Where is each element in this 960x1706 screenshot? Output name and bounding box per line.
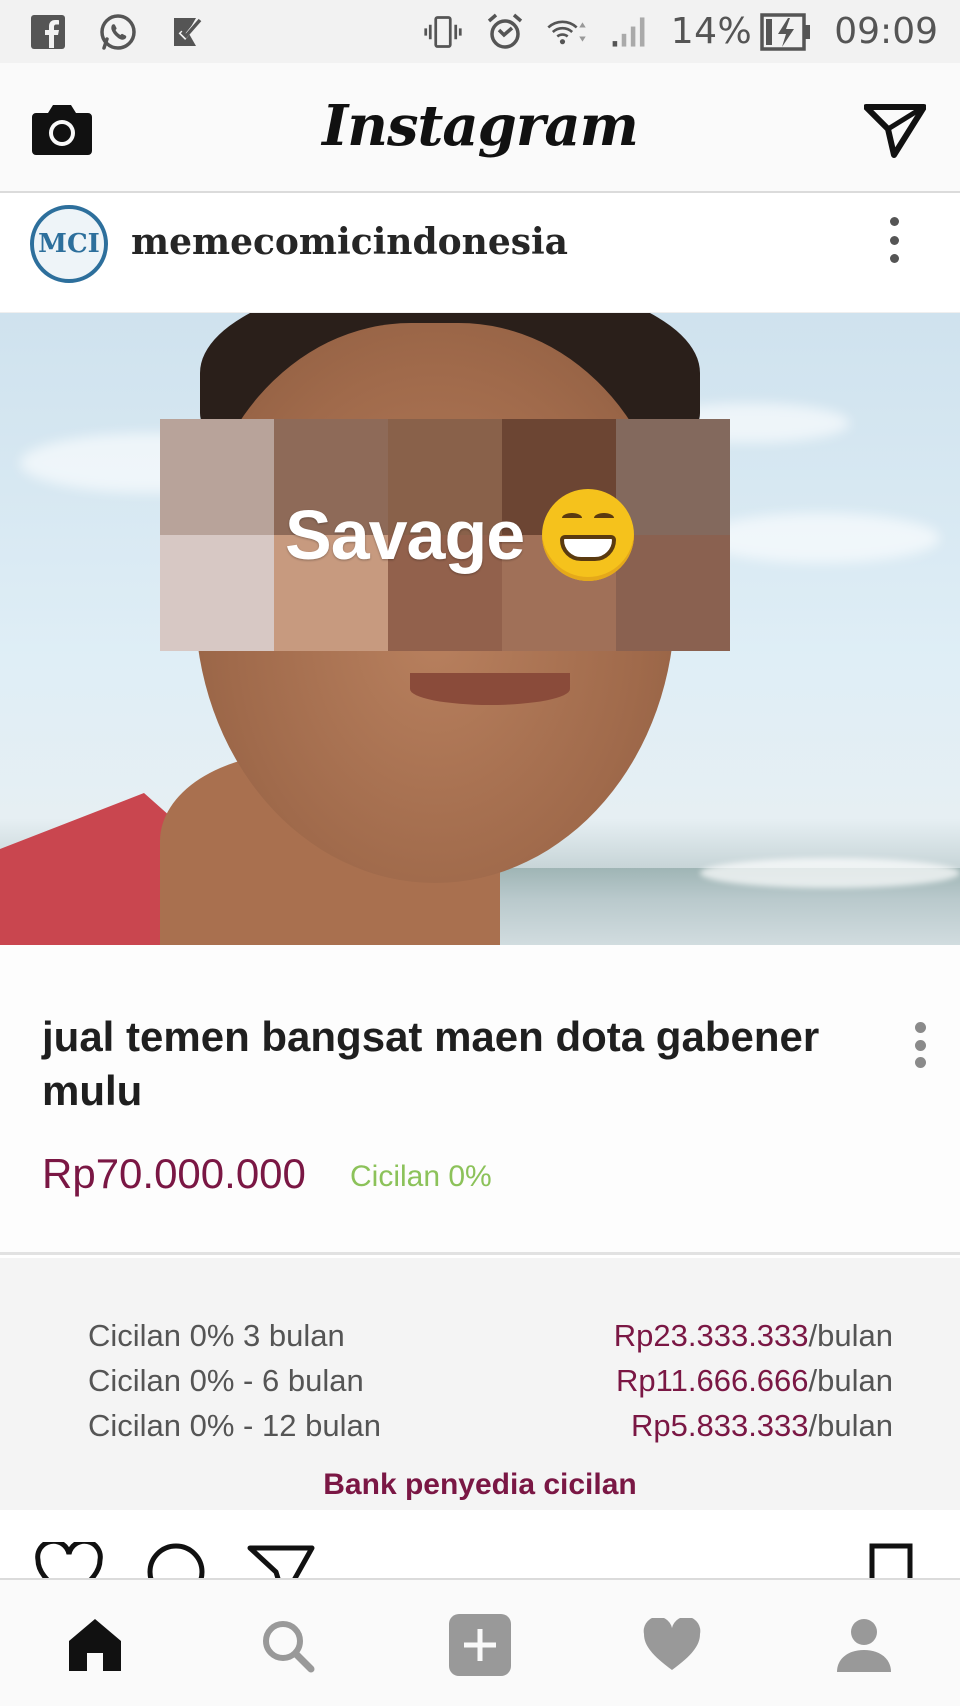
activity-heart-icon[interactable] xyxy=(637,1610,707,1680)
installment-row: Cicilan 0% 3 bulan Rp23.333.333/bulan xyxy=(88,1316,893,1356)
product-price: Rp70.000.000 xyxy=(42,1150,306,1197)
installment-label: Cicilan 0% - 12 bulan xyxy=(88,1408,381,1443)
savage-text: Savage xyxy=(285,496,525,574)
clock: 09:09 xyxy=(834,11,938,52)
profile-icon[interactable] xyxy=(829,1610,899,1680)
more-options-icon[interactable] xyxy=(884,217,904,263)
bank-provider-link[interactable]: Bank penyedia cicilan xyxy=(0,1468,960,1502)
vibrate-icon xyxy=(423,12,463,52)
battery-charging-icon xyxy=(760,12,812,52)
battery-percent: 14% xyxy=(670,11,753,52)
mouth xyxy=(410,673,570,705)
avatar[interactable]: MCI xyxy=(30,205,108,283)
installment-row: Cicilan 0% - 6 bulan Rp11.666.666/bulan xyxy=(88,1361,893,1401)
savage-overlay: Savage xyxy=(285,489,635,581)
tasks-icon xyxy=(168,12,208,52)
wave xyxy=(700,858,960,888)
installment-badge: Cicilan 0% xyxy=(350,1160,492,1193)
heart-icon[interactable] xyxy=(34,1538,104,1580)
comment-icon[interactable] xyxy=(142,1542,212,1580)
wifi-icon xyxy=(547,12,587,52)
product-more-icon[interactable] xyxy=(912,1022,928,1068)
post-header: MCI memecomicindonesia xyxy=(0,195,960,313)
installment-label: Cicilan 0% 3 bulan xyxy=(88,1318,345,1353)
direct-send-icon[interactable] xyxy=(863,99,927,159)
signal-icon xyxy=(609,12,649,52)
search-icon[interactable] xyxy=(252,1610,322,1680)
home-icon[interactable] xyxy=(60,1610,130,1680)
battery-indicator: 14% xyxy=(671,11,813,52)
app-title: Instagram xyxy=(322,93,639,159)
post-actions xyxy=(0,1510,960,1580)
post-image[interactable]: Savage xyxy=(0,313,960,945)
grinning-face-icon xyxy=(542,489,635,581)
add-post-icon[interactable] xyxy=(445,1610,515,1680)
alarm-icon xyxy=(485,12,525,52)
share-icon[interactable] xyxy=(246,1542,316,1580)
status-right-icons: 14% 09:09 xyxy=(423,11,938,52)
whatsapp-icon xyxy=(98,12,138,52)
status-bar: 14% 09:09 xyxy=(0,0,960,63)
app-bar: Instagram xyxy=(0,63,960,193)
username[interactable]: memecomicindonesia xyxy=(131,221,568,263)
installment-amount: Rp11.666.666/bulan xyxy=(616,1363,893,1398)
facebook-icon xyxy=(28,12,68,52)
avatar-text: MCI xyxy=(38,229,100,259)
installment-row: Cicilan 0% - 12 bulan Rp5.833.333/bulan xyxy=(88,1406,893,1446)
product-title: jual temen bangsat maen dota gabener mul… xyxy=(42,1013,820,1114)
installment-table: Cicilan 0% 3 bulan Rp23.333.333/bulan Ci… xyxy=(0,1258,960,1510)
installment-label: Cicilan 0% - 6 bulan xyxy=(88,1363,364,1398)
bottom-nav xyxy=(0,1578,960,1706)
installment-amount: Rp23.333.333/bulan xyxy=(613,1318,893,1353)
status-left-icons xyxy=(28,12,208,52)
bookmark-icon[interactable] xyxy=(866,1542,936,1580)
installment-amount: Rp5.833.333/bulan xyxy=(630,1408,893,1443)
product-card: jual temen bangsat maen dota gabener mul… xyxy=(0,945,960,1255)
